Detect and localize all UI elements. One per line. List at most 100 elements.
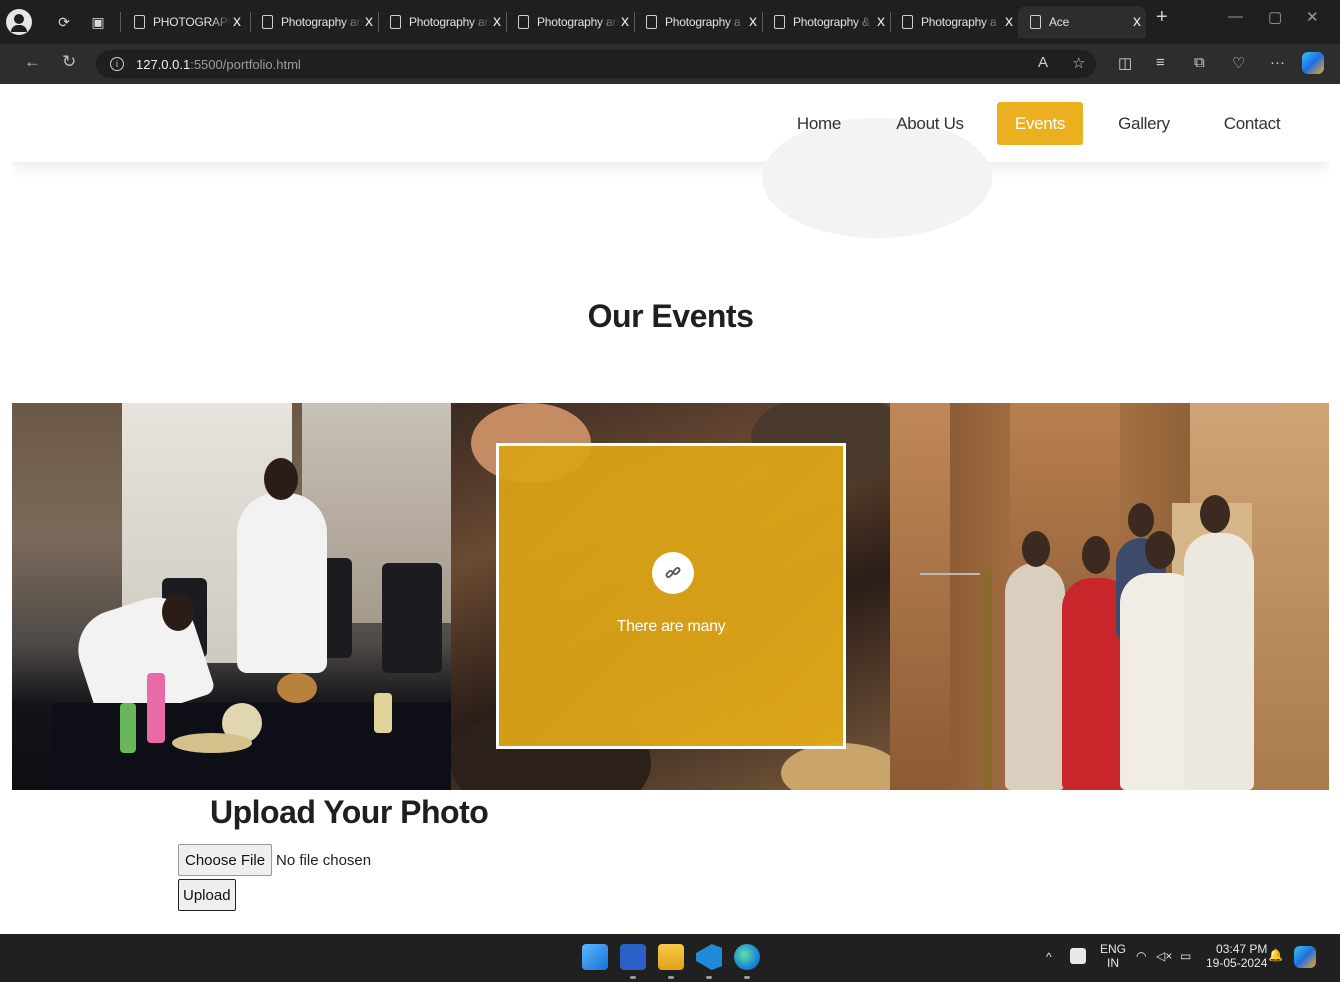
photo-scenery <box>277 673 317 703</box>
browser-tab[interactable]: Photography an x <box>250 6 378 38</box>
tab-close-icon[interactable]: x <box>1005 13 1013 31</box>
photo-scenery <box>374 693 392 733</box>
collections-icon[interactable]: ⧉ <box>1194 54 1205 71</box>
copilot-taskbar-icon[interactable] <box>1294 946 1316 968</box>
page-icon <box>646 15 657 29</box>
vscode-icon[interactable] <box>696 944 722 970</box>
event-photo-music[interactable]: There are many <box>451 403 890 790</box>
nav-home[interactable]: Home <box>788 102 850 145</box>
url-input[interactable]: i 127.0.0.1:5500/portfolio.html <box>96 50 1096 78</box>
browser-tab[interactable]: Photography & x <box>762 6 890 38</box>
browser-tab-bar: ⟳ ▣ PHOTOGRAPHY x Photography an x Photo… <box>0 0 1340 44</box>
browser-tab-active[interactable]: Ace x <box>1018 6 1146 38</box>
browser-tab[interactable]: Photography an x <box>378 6 506 38</box>
info-icon[interactable]: i <box>110 57 124 71</box>
nav-contact[interactable]: Contact <box>1218 102 1286 145</box>
events-title: Our Events <box>587 298 754 334</box>
choose-file-button[interactable]: Choose File <box>178 844 273 876</box>
tab-close-icon[interactable]: x <box>621 13 629 31</box>
show-hidden-icons-chevron-icon[interactable]: ^ <box>1046 950 1052 964</box>
close-window-button[interactable]: ✕ <box>1306 8 1319 26</box>
tab-title: Photography & <box>793 15 870 29</box>
tab-separator <box>120 12 121 32</box>
battery-icon[interactable]: ▭ <box>1180 949 1191 963</box>
refresh-icon[interactable]: ↻ <box>62 52 76 72</box>
file-input: Choose File No file chosen <box>178 844 371 876</box>
favorites-list-icon[interactable]: ≡ <box>1156 54 1165 71</box>
photo-scenery <box>890 403 950 790</box>
windows-start-icon[interactable] <box>582 944 608 970</box>
browser-tab[interactable]: Photography a x <box>634 6 762 38</box>
tab-close-icon[interactable]: x <box>233 13 241 31</box>
tab-close-icon[interactable]: x <box>877 13 885 31</box>
page-viewport: Home About Us Events Gallery Contact Our… <box>12 84 1329 930</box>
photo-scenery <box>172 733 252 753</box>
favorite-star-icon[interactable]: ☆ <box>1072 54 1085 72</box>
page-icon <box>902 15 913 29</box>
running-indicator <box>668 976 674 979</box>
tab-close-icon[interactable]: x <box>1133 13 1141 31</box>
nav-gallery[interactable]: Gallery <box>1112 102 1176 145</box>
photo-person <box>1200 495 1230 533</box>
language-primary: ENG <box>1100 942 1127 956</box>
browser-tab[interactable]: Photography a x <box>890 6 1018 38</box>
upload-button[interactable]: Upload <box>178 879 236 911</box>
tray-app-icon[interactable] <box>1070 948 1086 964</box>
photo-scenery <box>382 563 442 673</box>
photo-person <box>1082 536 1110 574</box>
copilot-icon[interactable] <box>1302 52 1324 74</box>
link-icon[interactable] <box>652 552 694 594</box>
more-menu-icon[interactable]: ··· <box>1270 54 1285 71</box>
word-icon[interactable] <box>620 944 646 970</box>
events-gallery: There are many <box>12 403 1329 790</box>
event-photo-ceremony[interactable] <box>890 403 1329 790</box>
photo-person <box>162 593 194 631</box>
language-indicator[interactable]: ENG IN <box>1100 942 1126 970</box>
wifi-icon[interactable]: ◠ <box>1136 949 1146 963</box>
page-icon <box>518 15 529 29</box>
photo-scenery <box>781 743 890 790</box>
clock-date: 19-05-2024 <box>1206 956 1268 970</box>
event-overlay-card[interactable]: There are many <box>496 443 846 749</box>
card-texture <box>499 446 843 746</box>
language-secondary: IN <box>1107 956 1119 970</box>
tab-title: Photography a <box>921 15 997 29</box>
read-aloud-icon[interactable]: A <box>1038 54 1048 71</box>
file-explorer-icon[interactable] <box>658 944 684 970</box>
photo-scenery <box>120 703 136 753</box>
tab-title: Photography a <box>665 15 741 29</box>
speaker-muted-icon[interactable]: ◁× <box>1156 949 1172 963</box>
photo-person <box>237 493 327 673</box>
back-arrow-icon[interactable]: ← <box>24 52 41 72</box>
card-caption: There are many <box>616 618 726 635</box>
page-icon <box>262 15 273 29</box>
event-photo-cooking[interactable] <box>12 403 451 790</box>
tab-close-icon[interactable]: x <box>749 13 757 31</box>
running-indicator <box>706 976 712 979</box>
clock-time: 03:47 PM <box>1216 942 1268 956</box>
tab-close-icon[interactable]: x <box>365 13 373 31</box>
tab-actions-icon[interactable]: ▣ <box>86 10 110 34</box>
maximize-button[interactable]: ▢ <box>1268 8 1282 26</box>
workspaces-icon[interactable]: ⟳ <box>52 10 76 34</box>
running-indicator <box>744 976 750 979</box>
split-screen-icon[interactable]: ◫ <box>1118 54 1132 72</box>
new-tab-button[interactable]: + <box>1156 6 1168 29</box>
tab-close-icon[interactable]: x <box>493 13 501 31</box>
profile-avatar-icon[interactable] <box>6 9 32 35</box>
clock[interactable]: 03:47 PM 19-05-2024 <box>1206 942 1267 970</box>
browser-tab[interactable]: Photography an x <box>506 6 634 38</box>
minimize-button[interactable]: — <box>1228 8 1243 25</box>
tab-title: Photography an <box>537 15 619 29</box>
browser-tab[interactable]: PHOTOGRAPHY x <box>122 6 248 38</box>
browser-essentials-icon[interactable]: ♡ <box>1232 54 1245 72</box>
tab-title: Photography an <box>281 15 363 29</box>
nav-about-us[interactable]: About Us <box>888 102 972 145</box>
photo-person <box>264 458 298 500</box>
photo-person <box>1184 533 1254 790</box>
edge-icon[interactable] <box>734 944 760 970</box>
file-status: No file chosen <box>276 851 372 869</box>
nav-events[interactable]: Events <box>997 102 1083 145</box>
running-indicator <box>630 976 636 979</box>
notification-bell-icon[interactable]: 🔔 <box>1268 948 1283 962</box>
